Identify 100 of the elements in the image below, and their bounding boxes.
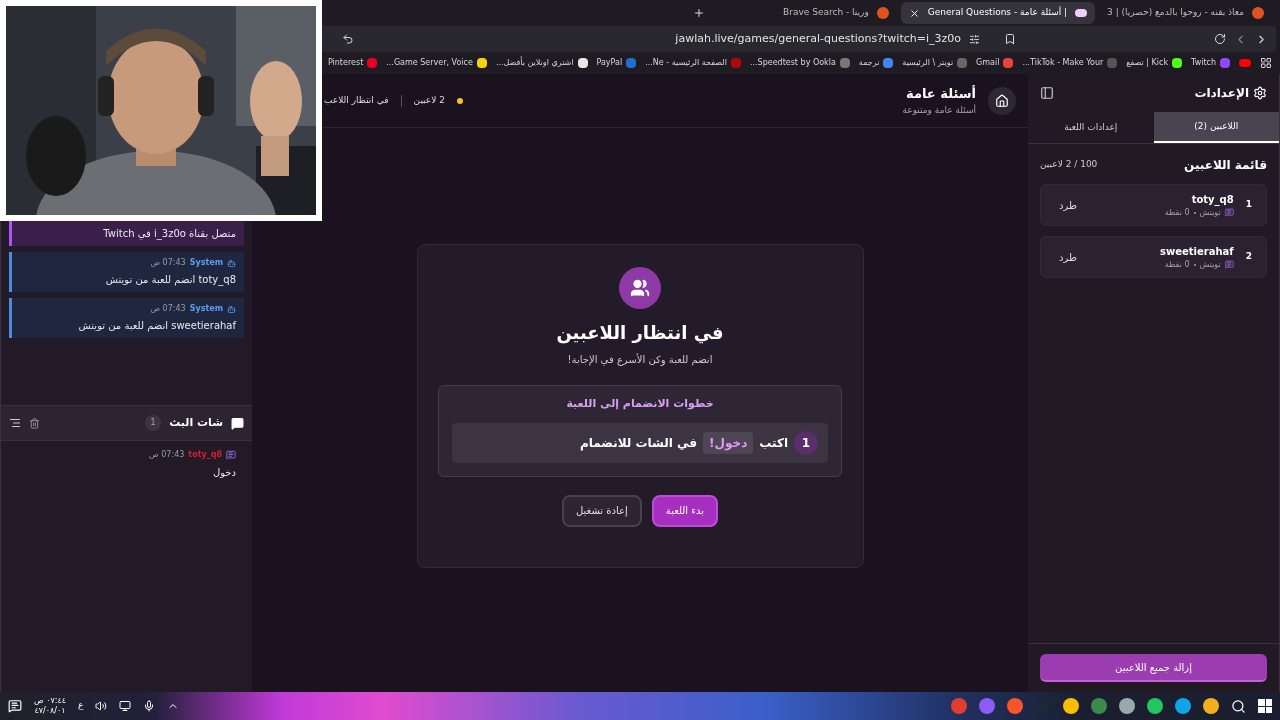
app-icon[interactable] [1175, 698, 1191, 714]
twitch-icon [1224, 208, 1234, 217]
twitch-icon [1224, 260, 1234, 269]
tab-title: Brave Search - ورينا [783, 6, 869, 20]
card-subtitle: انضم للعبة وكن الأسرع في الإجابة! [567, 352, 713, 367]
player-name: toty_q8 [1191, 192, 1234, 207]
favicon-icon [1239, 59, 1251, 67]
player-count: 2 لاعبين [413, 93, 445, 107]
app-icon[interactable] [1007, 698, 1023, 714]
tab-title: معاذ بقنه - روحوا بالدمع (حصريا) | 3 [1107, 6, 1244, 20]
panel-title: الإعدادات [1194, 85, 1249, 102]
bookmark-label: Gmail [976, 57, 1000, 69]
app-icon[interactable] [1091, 698, 1107, 714]
url-field[interactable]: jawlah.live/games/general-questions?twitch=i_3z0o [675, 30, 961, 48]
plus-icon [693, 7, 706, 19]
bookmark-label: اشتري اونلاين بأفضل... [495, 57, 574, 69]
list-count: 100 / 2 لاعبين [1040, 158, 1098, 172]
settings-tab[interactable]: اللاعبين (2) [1153, 112, 1279, 143]
bookmark-label: تويتر \ الرئيسية [902, 57, 954, 69]
bookmark-item[interactable]: Kick | تصفع [1126, 57, 1183, 69]
game-button[interactable]: إعادة تشغيل [561, 494, 642, 527]
player-platform: تويتش [1199, 258, 1221, 271]
search-icon[interactable] [1231, 698, 1246, 714]
game-title: أسئلة عامة [906, 84, 976, 103]
mic-icon[interactable] [143, 700, 156, 712]
sender-name: System [189, 257, 223, 269]
browser-tab[interactable]: معاذ بقنه - روحوا بالدمع (حصريا) | 3 [1099, 2, 1272, 24]
volume-icon[interactable] [95, 700, 108, 712]
player-rank: 1 [1245, 198, 1252, 212]
app-icon[interactable] [1063, 698, 1079, 714]
message-text: متصل بقناة i_3z0o في Twitch [103, 227, 236, 241]
browser-tab[interactable]: Brave Search - ورينا [775, 2, 897, 24]
kick-button[interactable]: طرد [1055, 197, 1081, 213]
card-title: في انتظار اللاعبين [556, 321, 724, 346]
undo-icon[interactable] [342, 33, 354, 45]
users-icon [619, 267, 661, 309]
notification-icon[interactable] [8, 699, 22, 713]
bookmark-item[interactable]: ترجمة [858, 57, 894, 69]
player-name: sweetierahaf [1160, 244, 1234, 259]
favicon-icon [1075, 9, 1088, 17]
collapse-icon[interactable] [1040, 86, 1054, 100]
delete-icon[interactable] [29, 417, 40, 429]
clock-time: ٠٧:٤٤ ص [34, 696, 67, 706]
username: toty_q8 [188, 449, 222, 461]
apps-icon[interactable] [1260, 57, 1272, 69]
command-chip: !دخول [703, 431, 754, 454]
app-icon[interactable] [1147, 698, 1163, 714]
bookmark-item[interactable]: Gmail [976, 57, 1014, 69]
chat-title: شات البث [169, 414, 223, 431]
bookmark-label: Twitch [1191, 57, 1216, 69]
clock-date: ٤٧/٠٨/٠١ [34, 706, 66, 716]
network-icon[interactable] [119, 700, 132, 712]
close-tab-icon[interactable] [908, 7, 920, 19]
bookmark-item[interactable]: Pinterest [327, 57, 378, 69]
message-text: sweetierahaf انضم للعبة من تويتش [78, 319, 236, 333]
bot-icon [227, 304, 236, 314]
align-icon[interactable] [9, 417, 21, 429]
steps-title: خطوات الانضمام إلى اللعبة [566, 396, 714, 412]
message-text: toty_q8 انضم للعبة من تويتش [105, 273, 236, 287]
message-text: دخول [212, 466, 236, 480]
browser-tab[interactable]: General Questions - أسئلة عامة | [900, 2, 1096, 24]
bookmark-item[interactable]: Twitch [1191, 57, 1230, 69]
bookmark-label: Pinterest [327, 57, 364, 69]
player-platform: تويتش [1199, 206, 1221, 219]
bookmark-label: Kick | تصفع [1126, 57, 1169, 69]
favicon-icon [1252, 7, 1264, 19]
player-points: 0 نقطة [1164, 258, 1190, 271]
bot-icon [227, 258, 236, 268]
bookmark-icon[interactable] [1004, 33, 1016, 45]
step-text: اكتب [759, 434, 788, 452]
app-icon[interactable] [1203, 698, 1219, 714]
start-icon[interactable] [1258, 699, 1272, 713]
settings-tab[interactable]: إعدادات اللعبة [1028, 112, 1154, 143]
bookmark-item[interactable]: اشتري اونلاين بأفضل... [495, 57, 588, 69]
bookmark-item[interactable]: PayPal [596, 57, 637, 69]
reload-icon[interactable] [1214, 33, 1226, 45]
step-text: في الشات للانضمام [580, 434, 698, 452]
tab-title: General Questions - أسئلة عامة | [927, 6, 1068, 20]
game-status: في انتظار اللاعب [324, 93, 389, 107]
chat-icon [231, 416, 244, 430]
step-number: 1 [794, 430, 818, 455]
home-button[interactable] [988, 86, 1016, 115]
bookmark-label: PayPal [596, 57, 623, 69]
bookmark-label: ترجمة [858, 57, 880, 69]
game-button[interactable]: بدء اللعبة [651, 494, 719, 527]
settings-icon [1253, 86, 1267, 100]
app-icon[interactable] [1119, 698, 1135, 714]
remove-all-button[interactable]: إزالة جميع اللاعبين [1040, 654, 1267, 682]
favicon-icon [876, 7, 889, 19]
message-time: 07:43 ص [150, 303, 186, 315]
player-rank: 2 [1245, 250, 1252, 264]
message-time: 07:43 ص [149, 449, 185, 461]
kick-button[interactable]: طرد [1055, 249, 1081, 265]
message-count: 1 [145, 415, 162, 431]
site-settings-icon[interactable] [969, 33, 980, 45]
language-indicator[interactable]: ع [78, 699, 84, 713]
message-time: 07:43 ص [150, 257, 186, 269]
sender-name: System [189, 303, 223, 315]
player-points: 0 نقطة [1164, 206, 1190, 219]
bookmark-item[interactable]: تويتر \ الرئيسية [902, 57, 968, 69]
